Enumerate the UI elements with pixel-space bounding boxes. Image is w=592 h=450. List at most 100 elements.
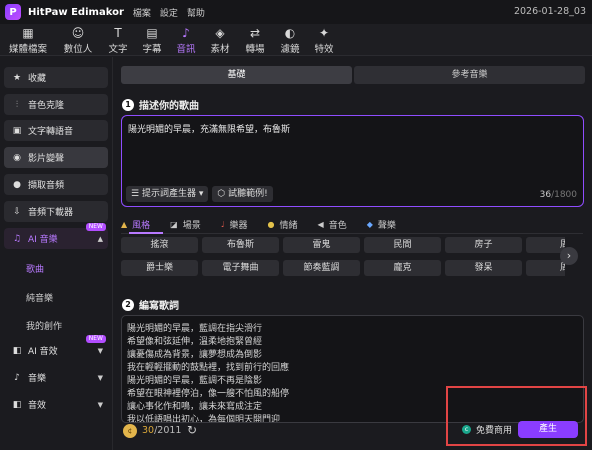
category-tab-scene[interactable]: ◪ 場景 [170, 217, 201, 231]
char-max: /1800 [551, 190, 577, 200]
sidebar-item-ai-music[interactable]: ♫ AI 音樂 NEW ▲ [4, 223, 108, 249]
description-text[interactable]: 陽光明媚的早晨，充滿無限希望，布魯斯 [128, 122, 290, 135]
style-chip[interactable]: 電子舞曲 [202, 260, 279, 276]
music-note-icon: ♫ [12, 233, 22, 244]
category-tab-style[interactable]: ▲ 風格 [121, 217, 150, 231]
menu-help[interactable]: 幫助 [187, 6, 205, 19]
project-name: 2026-01-28_03 [513, 6, 586, 17]
subtitle-icon: ▤ [146, 26, 158, 40]
category-tab-mood[interactable]: ● 情緒 [268, 217, 298, 231]
bell-icon: ▲ [121, 219, 128, 229]
style-chip[interactable]: 爵士樂 [121, 260, 198, 276]
sidebar-item-label: AI 音效 [28, 347, 58, 357]
category-label: 風格 [132, 220, 151, 231]
sidebar-subitem-my-creations[interactable]: 我的創作 [26, 319, 62, 332]
sidebar-subitem-songs[interactable]: 歌曲 [26, 262, 44, 275]
text-to-speech-icon: ▣ [12, 125, 22, 136]
tool-avatar[interactable]: ☺ 數位人 [56, 26, 100, 55]
sidebar-item-ai-sfx[interactable]: ◧ AI 音效 NEW ▼ [4, 335, 108, 361]
char-count: 36 [539, 190, 552, 200]
sfx-icon: ◧ [12, 399, 22, 410]
lyrics-line: 希望在眼神裡停泊，像一艘不怕風的船停 [127, 389, 290, 399]
sidebar-item-label: 音樂 [28, 374, 47, 384]
generate-button[interactable]: 產生 [518, 421, 578, 438]
new-badge: NEW [85, 335, 106, 343]
category-tab-timbre[interactable]: ◀ 音色 [318, 217, 347, 231]
sidebar-item-label: 擷取音頻 [28, 181, 65, 191]
app-logo: P [5, 4, 21, 20]
style-chip[interactable]: 搖滾 [121, 237, 198, 253]
button-label: 試聽範例! [228, 189, 268, 199]
active-tab-underline [129, 232, 163, 234]
description-tools: ☰ 提示詞產生器 ▾ ⬡ 試聽範例! [126, 186, 277, 202]
style-chip[interactable]: 周 [526, 260, 565, 276]
free-commercial-use: c 免費商用 [462, 423, 512, 436]
button-label: 提示詞產生器 [141, 189, 196, 199]
lyrics-line: 陽光明媚的早晨，藍調在指尖滑行 [127, 324, 263, 334]
lyrics-line: 我以低語唱出初心，為每個明天開門迎 [127, 415, 281, 423]
cube-icon: ⬡ [217, 189, 229, 199]
emoji-icon: ● [267, 219, 275, 229]
mode-tabs: 基礎 參考音樂 [121, 66, 585, 84]
chevron-right-icon[interactable]: › [560, 247, 578, 265]
step-number: 2 [122, 298, 134, 311]
voice-change-icon: ◉ [13, 152, 21, 163]
lyrics-line: 讓憂傷成為背景，讓夢想成為倒影 [127, 350, 263, 360]
section-title: 編寫歌詞 [139, 301, 179, 312]
sidebar: ★ 收藏 ⫶ 音色克隆 ▣ 文字轉語音 ◉ 影片變聲 ● 擷取音頻 ⇩ 音頻下載器 ♫ AI… [0, 57, 113, 450]
sidebar-subitem-instrumental[interactable]: 純音樂 [26, 291, 53, 304]
tool-label: 特效 [314, 44, 334, 55]
sidebar-item-tts[interactable]: ▣ 文字轉語音 [4, 120, 108, 141]
filter-icon: ◐ [284, 26, 296, 40]
copyright-icon: c [462, 425, 471, 434]
category-label: 情緒 [279, 220, 298, 231]
category-tab-instrument[interactable]: ♩ 樂器 [221, 217, 248, 231]
step-number: 1 [122, 98, 134, 111]
style-chip[interactable]: 周 [526, 237, 565, 253]
sidebar-item-extract-audio[interactable]: ● 擷取音頻 [4, 174, 108, 195]
tool-media[interactable]: ▦ 媒體檔案 [6, 26, 50, 55]
refresh-icon[interactable]: ↻ [187, 423, 197, 437]
microphone-icon: ● [13, 179, 21, 190]
style-chip[interactable]: 龐克 [364, 260, 441, 276]
gem-icon: ◆ [366, 219, 373, 229]
example-button[interactable]: ⬡ 試聽範例! [212, 186, 273, 202]
style-chip[interactable]: 雷鬼 [283, 237, 360, 253]
tab-reference-music[interactable]: 參考音樂 [354, 66, 585, 84]
style-chip[interactable]: 房子 [445, 237, 522, 253]
tool-label: 素材 [210, 44, 230, 55]
music-note-icon: ♪ [14, 372, 20, 383]
style-chip[interactable]: 民間 [364, 237, 441, 253]
tab-basic[interactable]: 基礎 [121, 66, 352, 84]
sidebar-item-music[interactable]: ♪ 音樂 ▼ [4, 367, 108, 388]
sidebar-item-label: 音頻下載器 [28, 208, 74, 218]
description-textarea[interactable]: 陽光明媚的早晨，充滿無限希望，布魯斯 ☰ 提示詞產生器 ▾ ⬡ 試聽範例! 36… [121, 115, 584, 207]
style-chip[interactable]: 布魯斯 [202, 237, 279, 253]
style-chip-grid: 搖滾 布魯斯 雷鬼 民間 房子 周 爵士樂 電子舞曲 節奏藍調 龐克 發呆 周 [121, 237, 565, 277]
sidebar-item-favorites[interactable]: ★ 收藏 [4, 67, 108, 88]
sidebar-item-voice-change[interactable]: ◉ 影片變聲 [4, 147, 108, 168]
sidebar-item-label: 音效 [28, 401, 47, 411]
tool-effects[interactable]: ✦ 特效 [302, 26, 346, 55]
style-chip[interactable]: 發呆 [445, 260, 522, 276]
style-chip[interactable]: 節奏藍調 [283, 260, 360, 276]
category-label: 場景 [182, 220, 201, 231]
guitar-icon: ♩ [220, 219, 225, 229]
lyrics-counter: 30/2011 [142, 425, 181, 436]
category-label: 樂器 [229, 220, 248, 231]
category-divider [121, 232, 583, 234]
scene-icon: ◪ [170, 219, 178, 229]
category-tab-vocal[interactable]: ◆ 聲樂 [367, 217, 396, 231]
star-icon: ★ [12, 72, 22, 83]
sidebar-item-sfx[interactable]: ◧ 音效 ▼ [4, 394, 108, 415]
prompt-generator-button[interactable]: ☰ 提示詞產生器 ▾ [126, 186, 209, 202]
menu-settings[interactable]: 設定 [160, 6, 178, 19]
lyrics-count: 30 [142, 425, 155, 436]
sidebar-item-audio-downloader[interactable]: ⇩ 音頻下載器 [4, 201, 108, 222]
menu-file[interactable]: 檔案 [133, 6, 151, 19]
sidebar-item-label: 音色克隆 [28, 101, 65, 111]
chevron-down-icon: ▼ [97, 346, 103, 355]
sidebar-item-label: AI 音樂 [28, 235, 58, 245]
sidebar-item-voice-clone[interactable]: ⫶ 音色克隆 [4, 94, 108, 115]
lyrics-max: /2011 [154, 425, 182, 436]
